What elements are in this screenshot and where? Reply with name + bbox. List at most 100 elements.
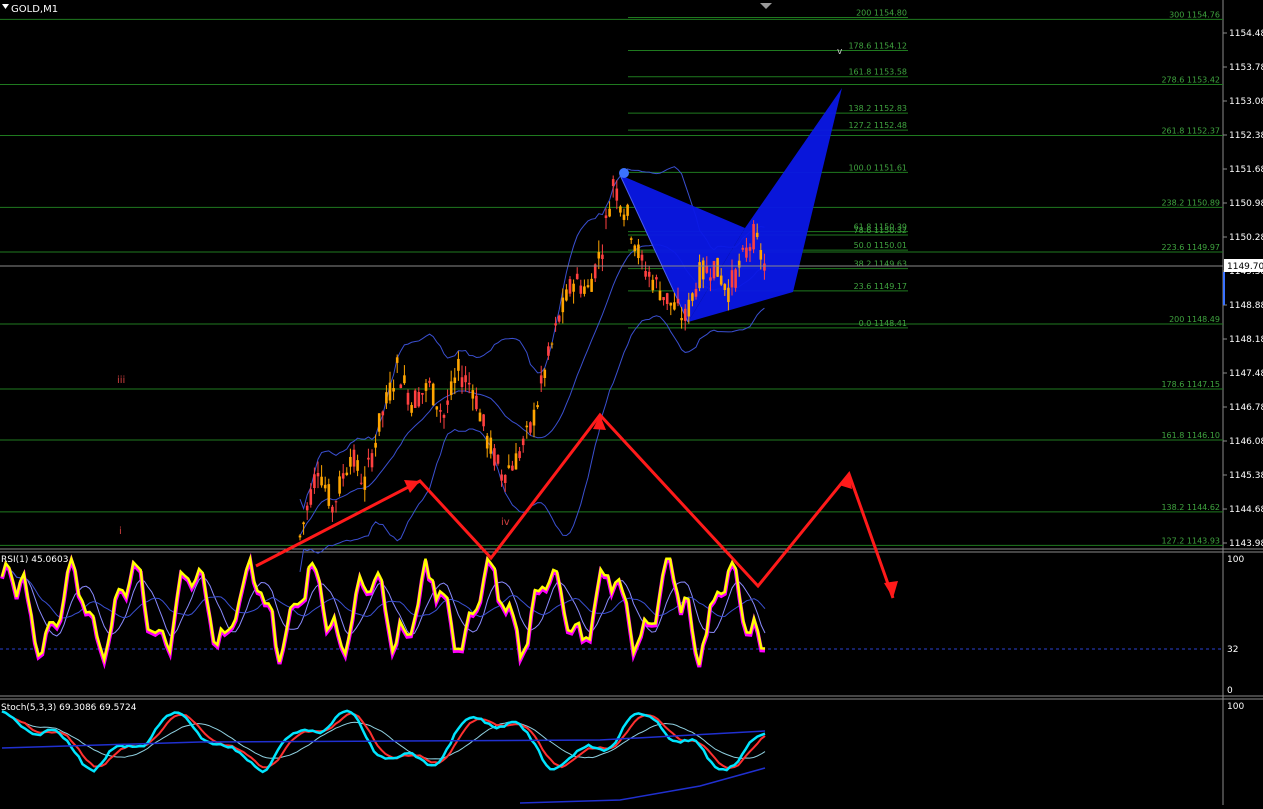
candle-body [719, 275, 723, 285]
fib-retracement-label: 38.2 1149.63 [854, 260, 907, 269]
fib-retracement-label: 127.2 1152.48 [848, 121, 907, 130]
candle-body [313, 474, 316, 489]
candle-body [752, 224, 755, 250]
candle-body [493, 448, 496, 466]
candle-body [424, 383, 428, 391]
candle-body [647, 271, 651, 277]
candle-body [345, 472, 349, 476]
candle-body [478, 412, 482, 422]
candle-body [298, 535, 302, 538]
candle-body [359, 482, 363, 484]
fib-retracement-label: 23.6 1149.17 [854, 282, 907, 291]
candle-body [413, 390, 417, 408]
price-chart[interactable]: iii i iv v 200 1154.80 178.6 1154.12 161.8… [0, 0, 1263, 805]
rsi-level-0: 0 [1227, 686, 1233, 696]
candle-body [349, 456, 352, 467]
candle-body [410, 405, 413, 413]
candle-body [619, 206, 622, 213]
candle-body [485, 435, 489, 449]
candle-body [453, 377, 457, 384]
candle-body [518, 451, 521, 459]
candle-body [572, 283, 575, 292]
price-tick-label: 1143.98 [1229, 539, 1263, 549]
chart-window: iii i iv v 200 1154.80 178.6 1154.12 161.8… [0, 0, 1263, 805]
fib-retracement-label: 50.0 1150.01 [854, 241, 907, 250]
candle-body [662, 297, 665, 301]
price-tick-label: 1145.38 [1229, 471, 1263, 481]
price-tick-label: 1146.08 [1229, 437, 1263, 447]
candle-body [305, 505, 309, 511]
candle-body [529, 422, 532, 433]
symbol-label: GOLD,M1 [11, 4, 58, 15]
candle-body [633, 245, 637, 252]
candle-body [457, 358, 460, 371]
fib-retracement-label: 178.6 1154.12 [848, 41, 907, 50]
fib-extension-label: 300 1154.76 [1169, 10, 1220, 19]
candle-body [500, 474, 503, 481]
price-tick-label: 1152.38 [1229, 131, 1263, 141]
fib-retracement-label: 100.0 1151.61 [848, 163, 907, 172]
candle-body [521, 438, 525, 446]
candle-body [395, 357, 399, 363]
candle-body [370, 453, 374, 468]
candle-body [575, 273, 579, 280]
candle-body [665, 293, 669, 304]
candle-body [658, 290, 662, 301]
candle-body [341, 473, 345, 479]
price-tick-label: 1147.48 [1229, 369, 1263, 379]
wave-label-i: i [119, 526, 122, 537]
candle-body [568, 279, 572, 294]
candle-body [309, 489, 313, 505]
price-tick-label: 1153.08 [1229, 97, 1263, 107]
candle-body [637, 244, 640, 259]
candle-body [320, 476, 323, 486]
candle-body [302, 522, 305, 525]
candle-body [755, 232, 759, 237]
fib-retracement-label: 0.0 1148.41 [859, 319, 907, 328]
candle-body [694, 289, 698, 297]
stoch-level-100: 100 [1227, 702, 1244, 712]
candle-body [727, 287, 730, 303]
fib-extension-label: 127.2 1143.93 [1161, 536, 1220, 545]
candle-body [334, 501, 338, 503]
candle-body [431, 383, 435, 406]
candle-body [734, 269, 737, 288]
price-tick-label: 1146.78 [1229, 403, 1263, 413]
candle-body [640, 254, 644, 261]
candle-body [611, 179, 615, 187]
candle-body [367, 457, 370, 460]
pattern-point-x[interactable] [619, 168, 629, 178]
fib-extension-label: 238.2 1150.89 [1161, 198, 1220, 207]
fib-retracement-label: 138.2 1152.83 [848, 104, 907, 113]
price-tick-label: 1148.18 [1229, 335, 1263, 345]
candle-body [579, 285, 583, 294]
wave-label-v: v [837, 47, 843, 57]
candle-body [644, 270, 647, 277]
price-tick-label: 1153.78 [1229, 63, 1263, 73]
candle-body [669, 302, 673, 306]
candle-body [543, 369, 547, 379]
candle-body [381, 411, 385, 416]
price-tick-label: 1154.48 [1229, 29, 1263, 39]
candle-body [583, 286, 586, 294]
candle-body [622, 214, 626, 220]
candle-body [356, 460, 359, 471]
candle-body [377, 413, 381, 432]
candle-body [608, 208, 611, 217]
candle-body [511, 465, 514, 471]
candle-body [439, 410, 442, 412]
candle-body [338, 476, 341, 494]
candle-body [547, 346, 550, 356]
candle-body [539, 375, 543, 384]
candle-body [471, 390, 475, 399]
candle-body [536, 405, 539, 408]
price-tick-label: 1150.98 [1229, 199, 1263, 209]
candle-body [316, 472, 320, 477]
candle-body [475, 395, 478, 410]
fib-extension-label: 178.6 1147.15 [1161, 380, 1220, 389]
candle-body [525, 425, 529, 428]
chart-background [0, 0, 1263, 805]
price-tick-label: 1148.88 [1229, 301, 1263, 311]
candle-body [514, 453, 518, 470]
candle-body [730, 270, 734, 288]
